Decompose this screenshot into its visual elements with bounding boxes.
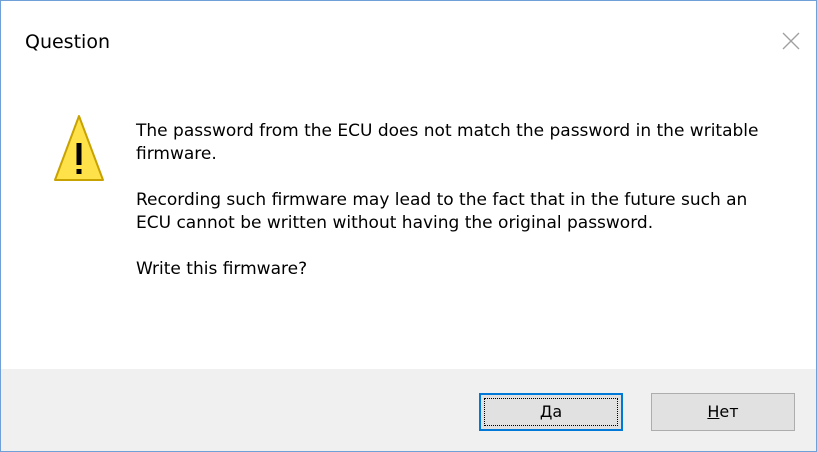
no-button-label: ет xyxy=(719,402,739,421)
button-bar: Да Нет xyxy=(1,369,816,451)
question-dialog: Question The password from the ECU does … xyxy=(0,0,817,452)
warning-icon xyxy=(53,113,105,183)
focus-rect xyxy=(484,398,618,426)
message-line-3: Write this firmware? xyxy=(136,259,308,279)
yes-button[interactable]: Да xyxy=(479,393,623,431)
message-line-2: Recording such firmware may lead to the … xyxy=(136,190,748,233)
no-button[interactable]: Нет xyxy=(651,393,795,431)
message-text: The password from the ECU does not match… xyxy=(136,120,776,304)
close-icon[interactable] xyxy=(771,23,811,59)
message-line-1: The password from the ECU does not match… xyxy=(136,121,759,164)
no-button-accelerator: Н xyxy=(707,402,720,421)
dialog-title: Question xyxy=(25,31,110,53)
